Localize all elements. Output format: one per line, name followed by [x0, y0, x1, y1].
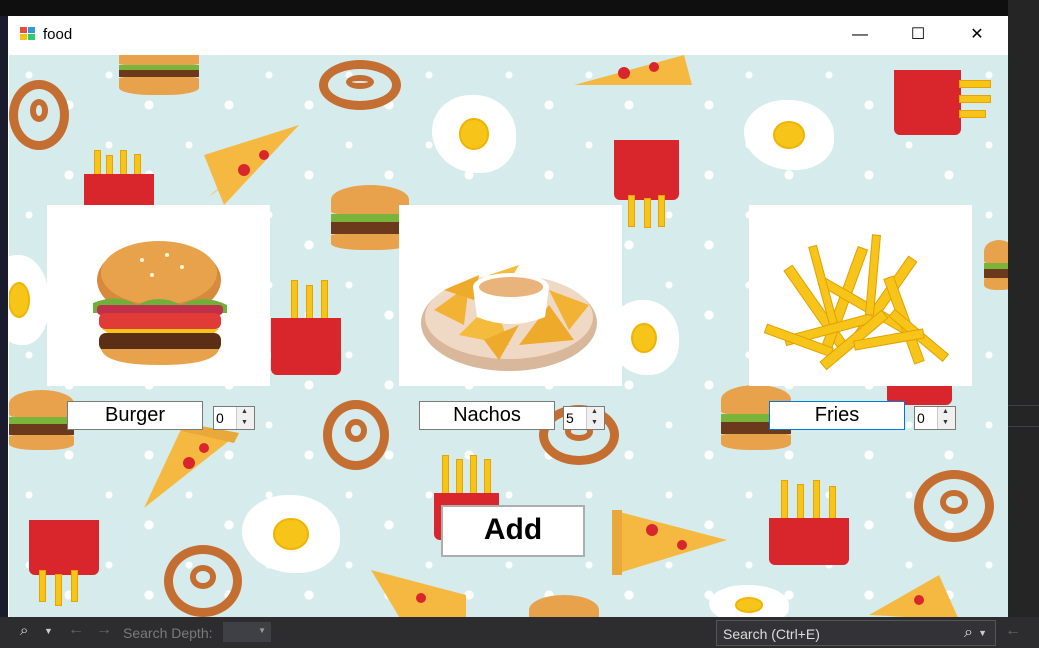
nachos-quantity-value: 5 — [566, 410, 574, 426]
ide-left-edge — [0, 16, 8, 617]
burger-decoration — [119, 55, 199, 95]
pizza-decoration — [144, 423, 239, 508]
pizza-decoration — [612, 510, 727, 575]
burger-name-field[interactable]: Burger — [67, 401, 203, 430]
nachos-image — [421, 265, 597, 371]
fries-picture[interactable] — [749, 205, 972, 386]
pretzel-decoration — [323, 400, 389, 470]
food-window: food — ☐ ✕ Burger 0 ▲ ▼ Nachos 5 ▲ ▼ Fri… — [8, 16, 1008, 617]
burger-decoration — [9, 390, 74, 450]
spin-down-icon[interactable]: ▼ — [591, 419, 598, 426]
fries-decoration — [84, 150, 154, 210]
form-background: Burger 0 ▲ ▼ Nachos 5 ▲ ▼ Fries 0 ▲ ▼ Add — [9, 55, 1008, 617]
search-depth-select[interactable]: ▼ — [223, 622, 271, 642]
burger-quantity-stepper[interactable]: 0 ▲ ▼ — [213, 406, 255, 430]
spin-down-icon[interactable]: ▼ — [942, 419, 949, 426]
ide-top-bar — [0, 0, 1039, 16]
pizza-decoration — [371, 570, 466, 617]
spin-buttons[interactable]: ▲ ▼ — [586, 407, 604, 429]
fries-name-field[interactable]: Fries — [769, 401, 905, 430]
spin-buttons[interactable]: ▲ ▼ — [937, 407, 955, 429]
search-icon[interactable]: ⌕ — [964, 624, 973, 642]
spin-buttons[interactable]: ▲ ▼ — [236, 407, 254, 429]
ide-search-placeholder: Search (Ctrl+E) — [723, 626, 820, 642]
chevron-down-icon[interactable]: ▼ — [44, 626, 53, 636]
pretzel-decoration — [914, 470, 994, 542]
fries-decoration — [271, 280, 341, 375]
burger-decoration — [331, 185, 409, 250]
close-button[interactable]: ✕ — [948, 16, 1006, 54]
forward-arrow-icon[interactable]: → — [96, 621, 112, 639]
pizza-decoration — [869, 575, 958, 617]
nachos-picture[interactable] — [399, 205, 622, 386]
app-icon — [20, 27, 36, 41]
minimize-button[interactable]: — — [831, 16, 889, 54]
egg-decoration — [242, 495, 340, 573]
nachos-name-field[interactable]: Nachos — [419, 401, 555, 430]
pizza-decoration — [574, 55, 692, 85]
window-title: food — [43, 26, 73, 43]
back-arrow-icon[interactable]: ← — [1005, 622, 1021, 640]
pizza-decoration — [204, 125, 299, 205]
chevron-down-icon[interactable]: ▼ — [978, 628, 987, 638]
pretzel-decoration — [9, 80, 69, 150]
burger-decoration — [529, 595, 599, 617]
egg-decoration — [432, 95, 516, 173]
fries-quantity-value: 0 — [917, 410, 925, 426]
burger-quantity-value: 0 — [216, 410, 224, 426]
nachos-quantity-stepper[interactable]: 5 ▲ ▼ — [563, 406, 605, 430]
ide-search-input[interactable]: Search (Ctrl+E) ⌕ ▼ — [716, 620, 996, 646]
egg-decoration — [9, 255, 49, 345]
pretzel-decoration — [164, 545, 242, 617]
spin-up-icon[interactable]: ▲ — [591, 408, 598, 415]
fries-quantity-stepper[interactable]: 0 ▲ ▼ — [914, 406, 956, 430]
burger-image — [93, 241, 227, 365]
fries-decoration — [29, 520, 99, 606]
add-button[interactable]: Add — [441, 505, 585, 557]
spin-up-icon[interactable]: ▲ — [942, 408, 949, 415]
ide-right-panel — [1008, 0, 1039, 617]
spin-up-icon[interactable]: ▲ — [241, 408, 248, 415]
burger-picture[interactable] — [47, 205, 270, 386]
fries-decoration — [769, 480, 849, 565]
search-depth-label: Search Depth: — [123, 625, 213, 641]
fries-decoration — [614, 140, 679, 228]
egg-decoration — [709, 585, 789, 617]
pretzel-decoration — [319, 60, 401, 110]
maximize-button[interactable]: ☐ — [889, 16, 947, 54]
fries-image — [763, 234, 950, 371]
egg-decoration — [744, 100, 834, 170]
spin-down-icon[interactable]: ▼ — [241, 419, 248, 426]
burger-decoration — [984, 240, 1008, 290]
search-icon[interactable]: ⌕ — [20, 622, 28, 639]
title-bar[interactable]: food — ☐ ✕ — [8, 16, 1008, 54]
fries-decoration — [894, 70, 991, 135]
back-arrow-icon[interactable]: ← — [68, 621, 84, 639]
